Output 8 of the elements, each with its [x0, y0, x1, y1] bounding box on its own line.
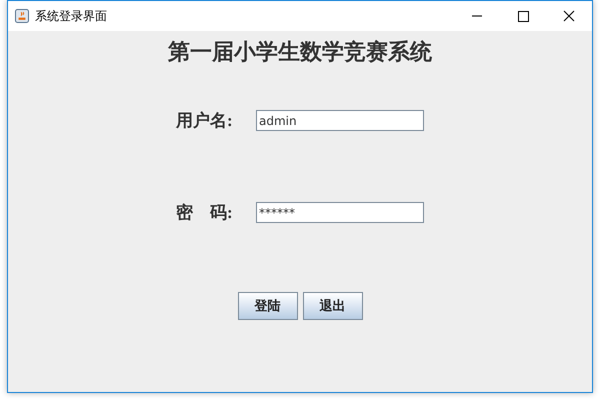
input-field[interactable]: admin: [256, 110, 424, 131]
field-label: 用户名:: [176, 110, 234, 132]
dialog-button[interactable]: 退出: [302, 292, 362, 320]
window-title: 系统登录界面: [35, 8, 107, 24]
heading: 第一届小学生数学竞赛系统: [168, 38, 432, 66]
input-field[interactable]: ******: [256, 202, 424, 223]
dialog-button[interactable]: 登陆: [238, 292, 298, 320]
field-label: 密 码:: [176, 202, 234, 224]
